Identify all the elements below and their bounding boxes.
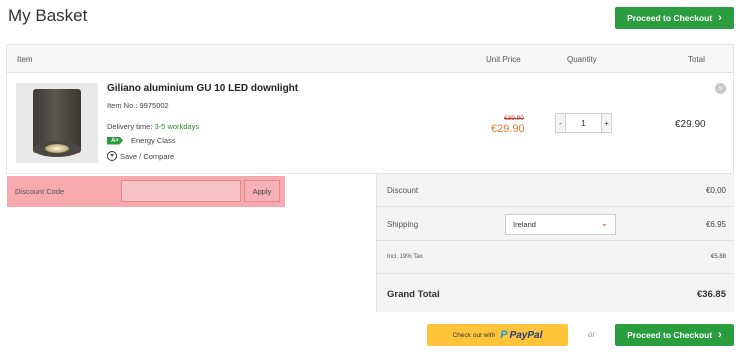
paypal-logo: P PayPal (500, 329, 542, 341)
discount-value: €0.00 (705, 186, 726, 195)
shipping-country-select[interactable]: Ireland ⌄ (505, 214, 616, 235)
checkout-button-label: Proceed to Checkout (627, 13, 713, 23)
shipping-country-value: Ireland (513, 220, 536, 229)
table-header: Item Unit Price Quantity Total (7, 45, 733, 73)
old-price: €39.90 (504, 115, 524, 122)
quantity-decrease-button[interactable]: - (556, 114, 566, 132)
chevron-right-icon: › (718, 11, 722, 24)
summary-row-shipping: Shipping Ireland ⌄ €6.95 (377, 207, 734, 241)
delivery-label: Delivery time: (107, 122, 155, 131)
order-summary: Discount €0.00 Shipping Ireland ⌄ €6.95 … (376, 174, 734, 312)
header-total: Total (688, 55, 705, 64)
grand-total-value: €36.85 (696, 289, 726, 300)
paypal-icon: P (500, 329, 508, 341)
delivery-time: Delivery time: 3-5 workdays (107, 122, 199, 131)
header-item: Item (17, 55, 33, 64)
remove-icon[interactable]: × (715, 83, 726, 94)
discount-code-section: Discount Code Apply (7, 176, 285, 207)
summary-row-tax: Incl. 19% Tax €5.88 (377, 241, 734, 274)
shipping-value: €6.95 (705, 220, 726, 229)
basket-table: Item Unit Price Quantity Total Giliano a… (6, 44, 734, 174)
grand-total-label: Grand Total (387, 289, 440, 300)
summary-row-grand-total: Grand Total €36.85 (377, 274, 734, 312)
quantity-increase-button[interactable]: + (601, 114, 611, 132)
chevron-right-icon: › (718, 328, 722, 341)
header-quantity: Quantity (567, 55, 597, 64)
energy-class: A+ Energy Class (107, 136, 176, 145)
apply-button[interactable]: Apply (244, 180, 280, 202)
proceed-to-checkout-button-bottom[interactable]: Proceed to Checkout › (615, 324, 734, 346)
quantity-input[interactable]: 1 (566, 114, 601, 132)
save-compare-link[interactable]: ♥ Save / Compare (107, 151, 174, 161)
item-number: Item No.: 9975002 (107, 101, 169, 110)
paypal-checkout-button[interactable]: Check out with P PayPal (427, 324, 568, 346)
summary-row-discount: Discount €0.00 (377, 174, 734, 207)
or-separator: or (588, 330, 596, 339)
header-unit-price: Unit Price (486, 55, 521, 64)
delivery-value: 3-5 workdays (154, 122, 200, 131)
energy-label: Energy Class (131, 136, 176, 145)
save-compare-label: Save / Compare (120, 151, 175, 161)
discount-label: Discount (387, 186, 419, 195)
tax-value: €5.88 (710, 254, 726, 260)
line-total: €29.90 (675, 119, 706, 130)
paypal-brand: PayPal (509, 329, 543, 341)
quantity-stepper: - 1 + (555, 113, 612, 133)
shipping-label: Shipping (387, 220, 419, 229)
heart-icon: ♥ (107, 151, 117, 161)
lamp-light-shape (45, 144, 69, 153)
product-name[interactable]: Giliano aluminium GU 10 LED downlight (107, 83, 298, 94)
page-title: My Basket (8, 6, 88, 25)
tax-label: Incl. 19% Tax (387, 254, 423, 260)
unit-price: €29.90 (491, 123, 525, 135)
discount-code-label: Discount Code (15, 187, 65, 196)
chevron-down-icon: ⌄ (600, 218, 608, 228)
checkout-button-label: Proceed to Checkout (627, 330, 713, 340)
paypal-prefix: Check out with (452, 331, 496, 339)
energy-badge: A+ (107, 136, 123, 145)
proceed-to-checkout-button-top[interactable]: Proceed to Checkout › (615, 7, 734, 29)
product-image[interactable] (16, 83, 98, 163)
discount-code-input[interactable] (121, 180, 241, 202)
